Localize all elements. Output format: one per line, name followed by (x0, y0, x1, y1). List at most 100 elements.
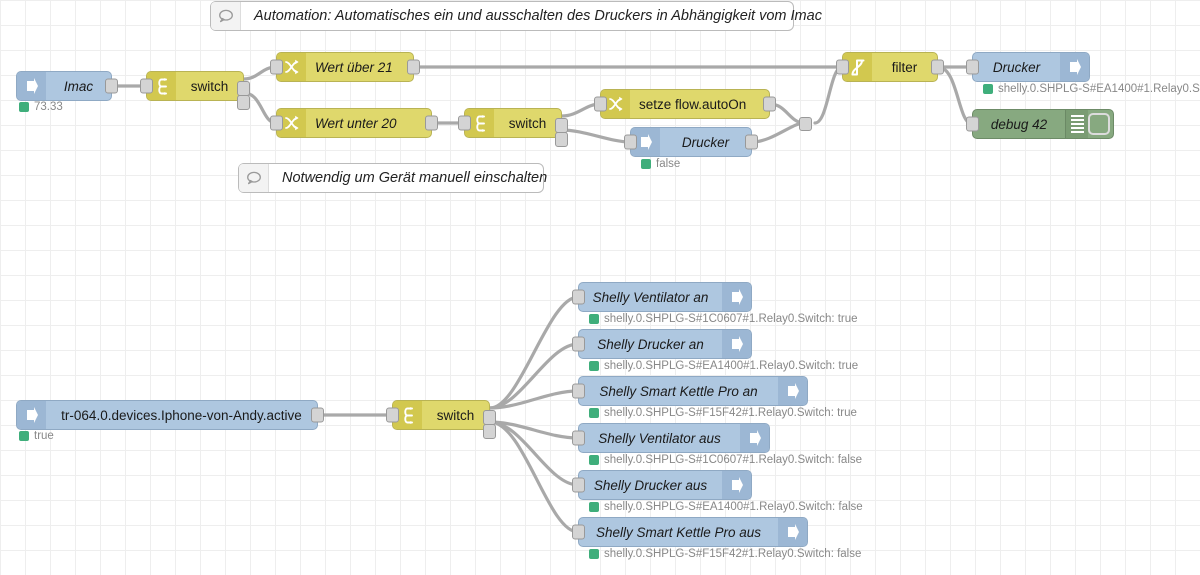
status-dot (589, 455, 599, 465)
input-port[interactable] (458, 115, 471, 131)
node-wert-unter-20[interactable]: Wert unter 20 (270, 108, 438, 138)
status-dot (19, 431, 29, 441)
wire (488, 420, 580, 534)
node-shelly-smart-kettle-pro-aus[interactable]: Shelly Smart Kettle Pro aus (572, 517, 808, 547)
comment-text: Notwendig um Gerät manuell einschalten (282, 170, 548, 186)
node-label: Shelly Smart Kettle Pro an (599, 383, 758, 399)
node-drucker-output[interactable]: Drucker (966, 52, 1090, 82)
node-setze-flow-autoon[interactable]: setze flow.autoOn (594, 89, 776, 119)
input-port[interactable] (624, 134, 637, 150)
input-port[interactable] (836, 59, 849, 75)
input-port[interactable] (386, 407, 399, 423)
node-label: Wert unter 20 (315, 115, 397, 131)
node-label: Shelly Drucker aus (593, 477, 708, 493)
output-port-1[interactable] (555, 118, 568, 133)
output-arrow-icon (1060, 53, 1089, 81)
status-dot (589, 361, 599, 371)
node-debug-42[interactable]: debug 42 (966, 109, 1114, 139)
input-arrow-icon (17, 401, 46, 429)
input-port[interactable] (572, 336, 585, 352)
wire (750, 121, 806, 144)
output-arrow-icon (778, 518, 807, 546)
node-shelly-ventilator-an[interactable]: Shelly Ventilator an (572, 282, 752, 312)
output-port-1[interactable] (483, 410, 496, 425)
status-dot (19, 102, 29, 112)
output-port-2[interactable] (483, 424, 496, 439)
node-switch-1[interactable]: switch (140, 71, 250, 110)
node-label: switch (508, 115, 547, 131)
status-text: shelly.0.SHPLG-S#1C0607#1.Relay0.Switch:… (604, 454, 863, 466)
node-label: switch (436, 407, 475, 423)
comment-bubble-icon (211, 2, 241, 30)
node-drucker-input[interactable]: Drucker (624, 127, 758, 157)
wire (560, 128, 632, 144)
node-label: Wert über 21 (315, 59, 393, 75)
node-status-tr064: true (19, 430, 54, 442)
node-status-shelly-smart-kettle-pro-an: shelly.0.SHPLG-S#F15F42#1.Relay0.Switch:… (589, 407, 857, 419)
input-port[interactable] (572, 477, 585, 493)
input-arrow-icon (17, 72, 46, 100)
node-shelly-drucker-an[interactable]: Shelly Drucker an (572, 329, 752, 359)
input-port[interactable] (270, 59, 283, 75)
status-text: shelly.0.SHPLG-S#EA1400#1.Relay0.Sw (998, 83, 1200, 95)
output-port-2[interactable] (237, 95, 250, 110)
node-switch-3[interactable]: switch (386, 400, 496, 439)
input-port[interactable] (572, 524, 585, 540)
node-label: Shelly Drucker an (597, 336, 704, 352)
node-imac-input[interactable]: Imac (16, 71, 118, 101)
output-port[interactable] (745, 134, 758, 150)
node-label: Shelly Smart Kettle Pro aus (595, 524, 762, 540)
input-port[interactable] (966, 116, 979, 132)
status-dot (589, 314, 599, 324)
output-port[interactable] (931, 59, 944, 75)
input-port[interactable] (270, 115, 283, 131)
output-port[interactable] (407, 59, 420, 75)
status-text: shelly.0.SHPLG-S#1C0607#1.Relay0.Switch:… (604, 313, 858, 325)
status-text: shelly.0.SHPLG-S#EA1400#1.Relay0.Switch:… (604, 360, 859, 372)
input-port[interactable] (140, 78, 153, 94)
status-text: shelly.0.SHPLG-S#F15F42#1.Relay0.Switch:… (604, 407, 857, 419)
node-tr064-iphone-active[interactable]: tr-064.0.devices.Iphone-von-Andy.active (16, 400, 324, 430)
node-label: filter (891, 59, 918, 75)
input-port[interactable] (572, 383, 585, 399)
wire (936, 65, 974, 126)
input-port[interactable] (966, 59, 979, 75)
node-status-shelly-ventilator-aus: shelly.0.SHPLG-S#1C0607#1.Relay0.Switch:… (589, 454, 862, 466)
output-port-1[interactable] (237, 81, 250, 96)
debug-toggle-button[interactable] (1088, 113, 1110, 135)
wire (488, 295, 580, 410)
node-label: Drucker (992, 59, 1041, 75)
comment-node-automation[interactable]: Automation: Automatisches ein und aussch… (210, 1, 822, 31)
input-port[interactable] (572, 289, 585, 305)
output-port[interactable] (425, 115, 438, 131)
status-dot (589, 549, 599, 559)
output-port-2[interactable] (555, 132, 568, 147)
output-arrow-icon (722, 330, 751, 358)
output-port[interactable] (311, 407, 324, 423)
output-arrow-icon (740, 424, 769, 452)
output-arrow-icon (722, 471, 751, 499)
status-text: shelly.0.SHPLG-S#F15F42#1.Relay0.Switch:… (604, 548, 862, 560)
comment-node-manual-hint[interactable]: Notwendig um Gerät manuell einschalten (238, 163, 547, 193)
node-shelly-ventilator-aus[interactable]: Shelly Ventilator aus (572, 423, 770, 453)
output-port[interactable] (763, 96, 776, 112)
node-label: Drucker (681, 134, 730, 150)
input-port[interactable] (572, 430, 585, 446)
status-text: true (34, 430, 54, 442)
wire-junction[interactable] (799, 117, 812, 131)
output-port[interactable] (105, 78, 118, 94)
node-status-shelly-drucker-aus: shelly.0.SHPLG-S#EA1400#1.Relay0.Switch:… (589, 501, 863, 513)
status-text: false (656, 158, 681, 170)
node-status-shelly-drucker-an: shelly.0.SHPLG-S#EA1400#1.Relay0.Switch:… (589, 360, 858, 372)
comment-text: Automation: Automatisches ein und aussch… (254, 8, 822, 24)
wire (488, 342, 580, 410)
node-wert-ueber-21[interactable]: Wert über 21 (270, 52, 420, 82)
status-dot (589, 408, 599, 418)
flow-canvas[interactable]: Automation: Automatisches ein und aussch… (0, 0, 1200, 575)
node-filter[interactable]: filter (836, 52, 944, 82)
input-port[interactable] (594, 96, 607, 112)
node-shelly-drucker-aus[interactable]: Shelly Drucker aus (572, 470, 752, 500)
node-shelly-smart-kettle-pro-an[interactable]: Shelly Smart Kettle Pro an (572, 376, 808, 406)
node-status-imac: 73.33 (19, 101, 63, 113)
node-switch-2[interactable]: switch (458, 108, 568, 147)
